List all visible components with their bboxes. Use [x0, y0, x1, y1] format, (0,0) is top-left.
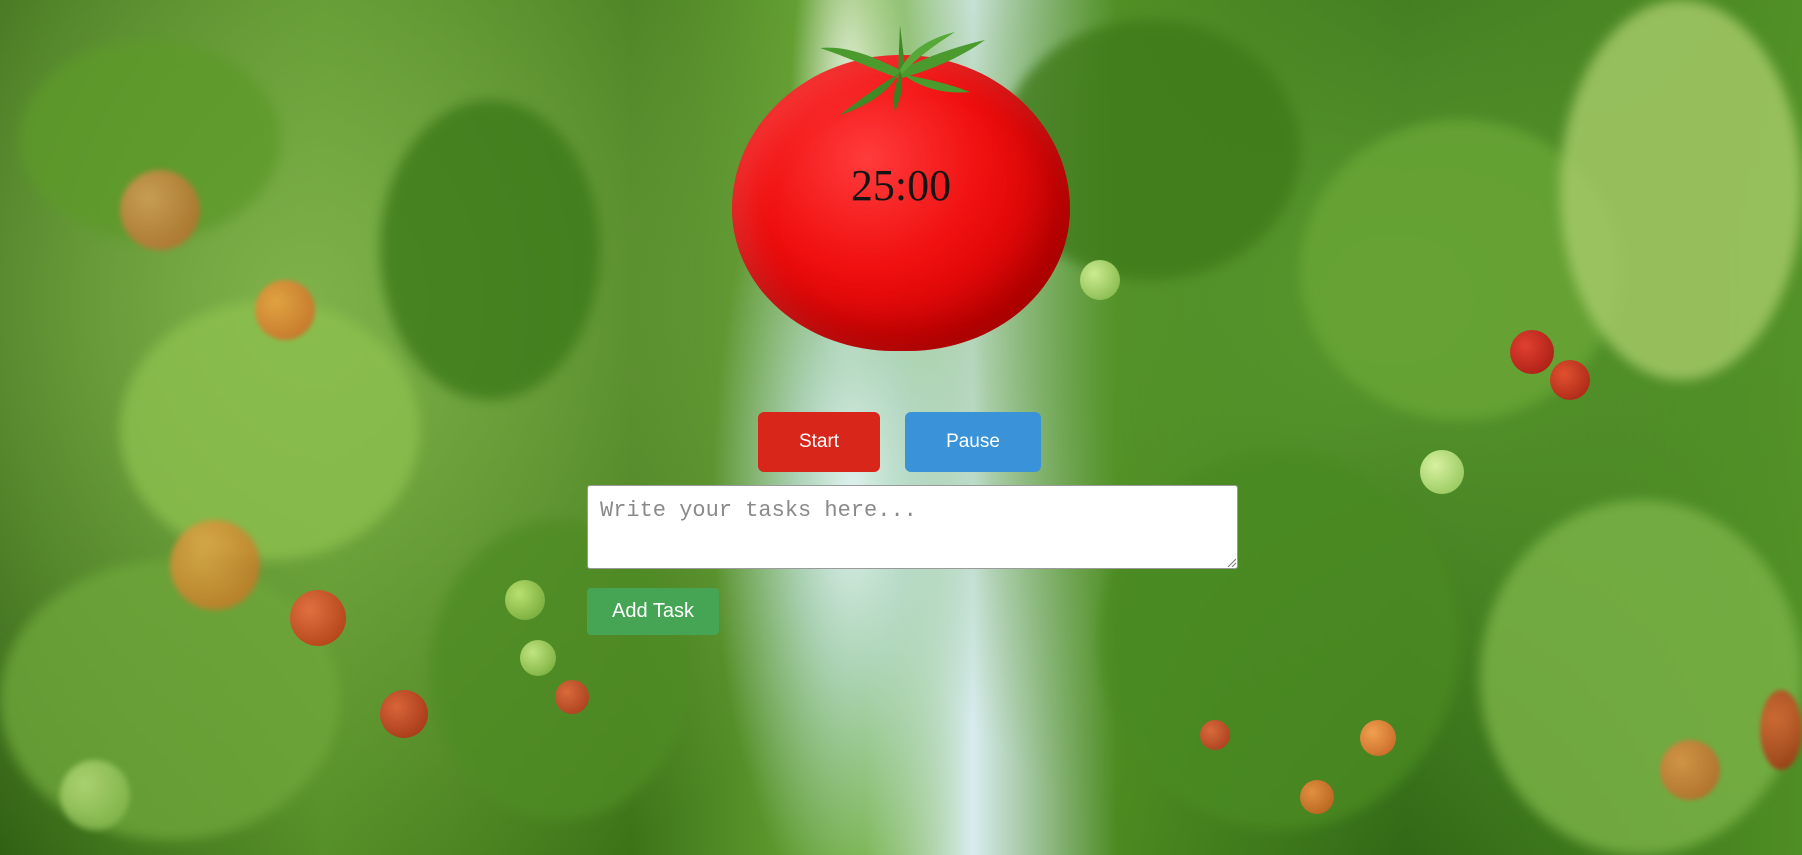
tomato-fruit — [380, 690, 428, 738]
tomato-fruit — [1510, 330, 1554, 374]
task-input[interactable] — [587, 485, 1238, 569]
tomato-fruit — [1550, 360, 1590, 400]
foliage-blob — [1560, 0, 1802, 380]
tomato-fruit — [120, 170, 200, 250]
tomato-fruit — [555, 680, 589, 714]
resize-grip-icon[interactable] — [1226, 557, 1236, 567]
foliage-blob — [1480, 500, 1802, 855]
add-task-button[interactable]: Add Task — [587, 588, 719, 635]
pause-button[interactable]: Pause — [905, 412, 1041, 472]
tomato-fruit — [1420, 450, 1464, 494]
tomato-fruit — [255, 280, 315, 340]
tomato-fruit — [1760, 690, 1802, 770]
tomato-fruit — [1300, 780, 1334, 814]
tomato-stem-icon — [820, 25, 985, 115]
tomato-fruit — [505, 580, 545, 620]
foliage-blob — [120, 300, 420, 560]
tomato-fruit — [1660, 740, 1720, 800]
app-stage: 25:00 Start Pause Add Task — [0, 0, 1802, 855]
timer-display: 25:00 — [850, 161, 952, 210]
tomato-fruit — [1360, 720, 1396, 756]
start-button[interactable]: Start — [758, 412, 880, 472]
tomato-fruit — [60, 760, 130, 830]
tomato-fruit — [1200, 720, 1230, 750]
foliage-blob — [380, 100, 600, 400]
tomato-fruit — [1080, 260, 1120, 300]
foliage-blob — [0, 560, 340, 840]
tomato-fruit — [290, 590, 346, 646]
tomato-fruit — [520, 640, 556, 676]
tomato-fruit — [170, 520, 260, 610]
